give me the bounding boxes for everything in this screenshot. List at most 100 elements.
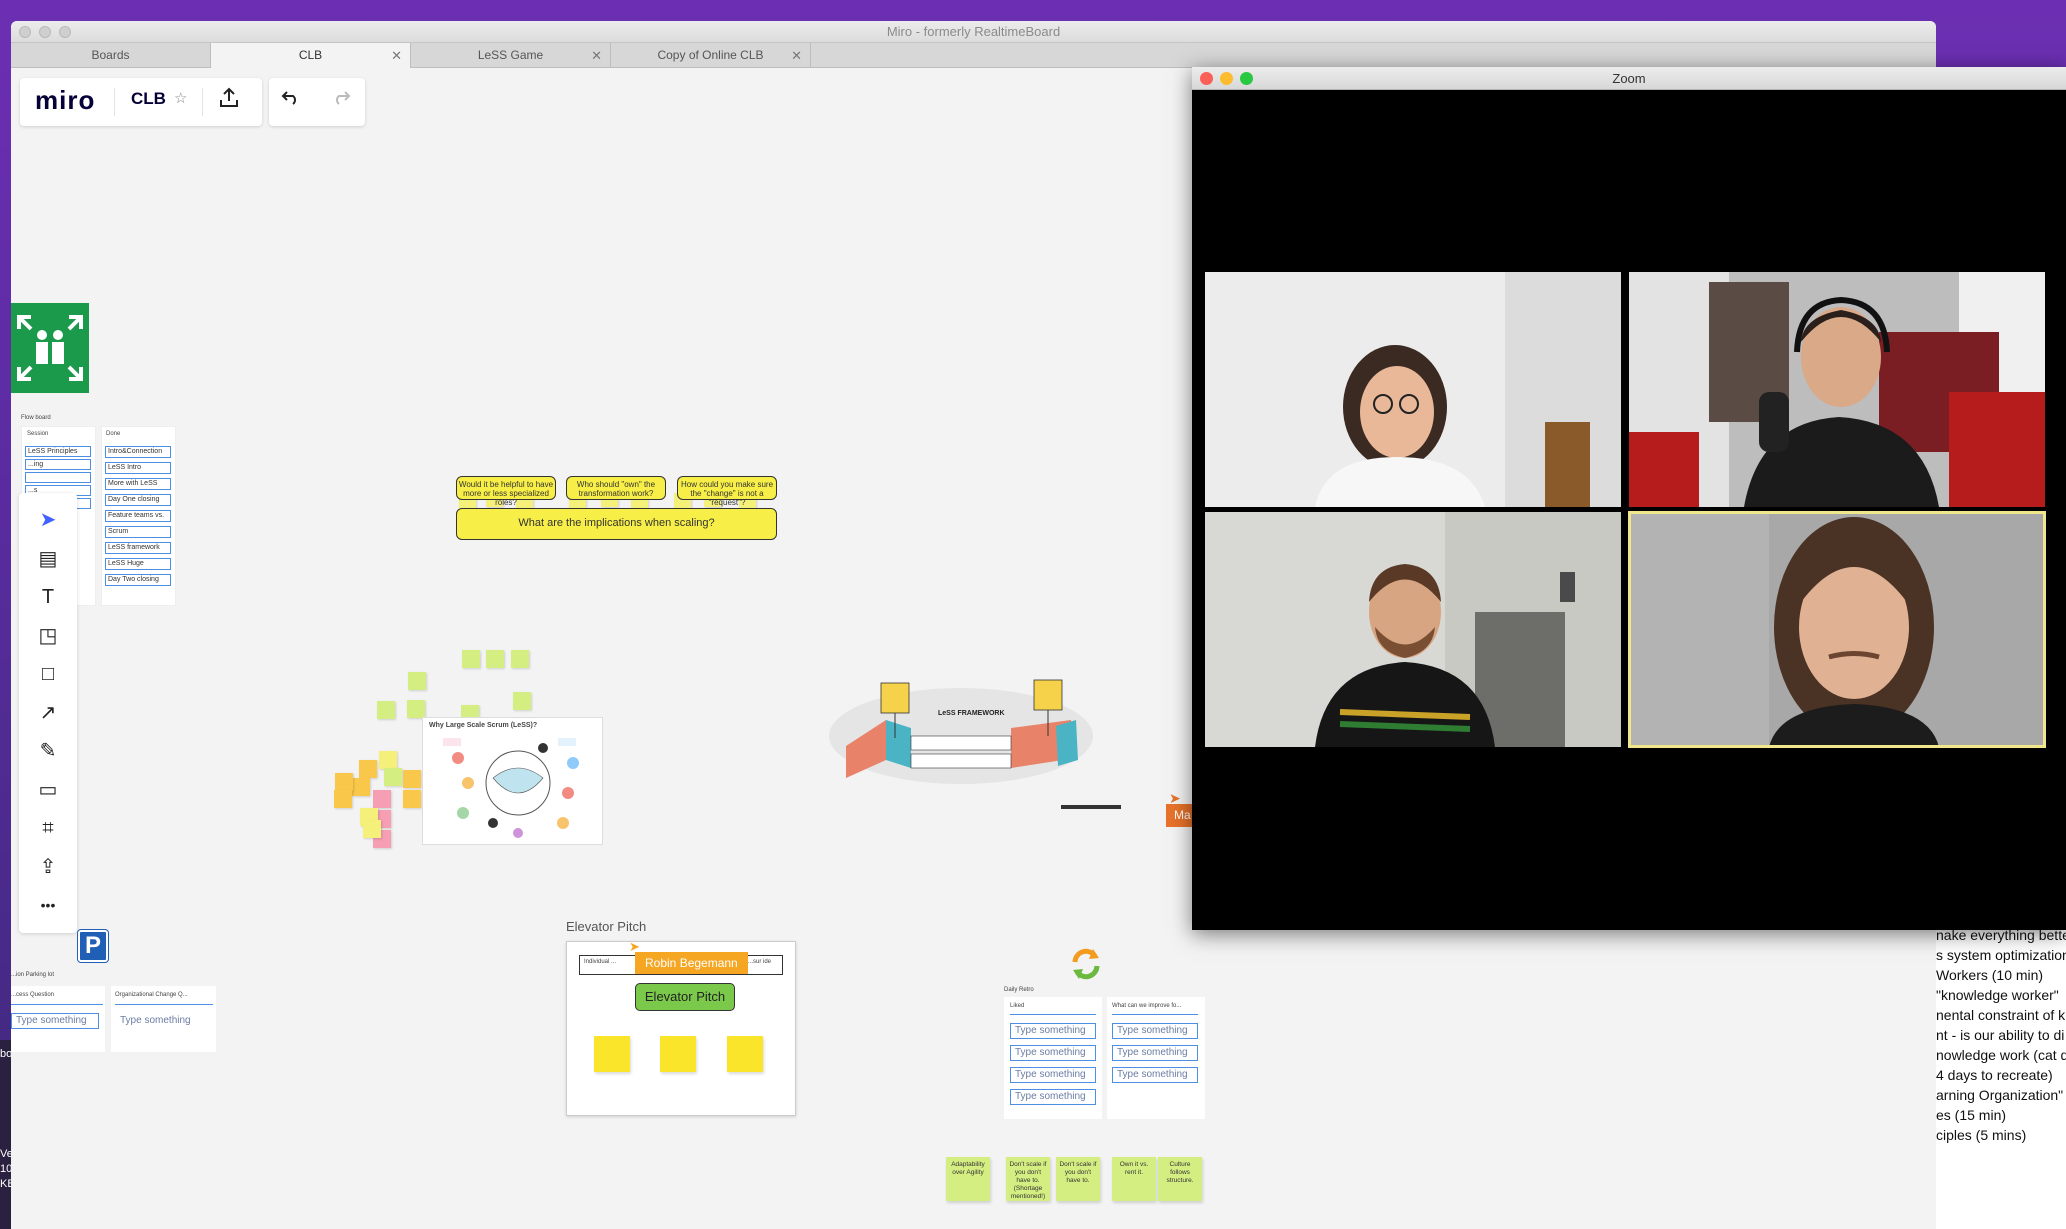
zoom-title: Zoom xyxy=(1612,71,1646,86)
miro-logo[interactable]: miro xyxy=(35,85,95,116)
scattered-sticky[interactable] xyxy=(359,760,377,778)
retro-takeaway-sticky[interactable]: Adaptability over Agility xyxy=(946,1157,990,1201)
arrow-tool-icon[interactable]: ↗ xyxy=(33,698,63,728)
flow-card[interactable]: Scrum xyxy=(105,526,171,538)
scattered-sticky[interactable] xyxy=(334,790,352,808)
text-tool-icon[interactable]: T xyxy=(33,582,63,612)
scattered-sticky[interactable] xyxy=(408,672,426,690)
flow-card[interactable]: Intro&Connection xyxy=(105,446,171,458)
upload-icon[interactable] xyxy=(219,87,239,114)
retro-takeaway-sticky[interactable]: Don't scale if you don't have to. (Short… xyxy=(1006,1157,1050,1201)
elevator-sticky-3[interactable] xyxy=(727,1036,763,1072)
assembly-point-icon[interactable] xyxy=(11,303,89,393)
parking-input-1[interactable]: Type something xyxy=(11,1013,99,1029)
question-bubble-3[interactable]: How could you make sure the "change" is … xyxy=(677,476,777,507)
select-tool-icon[interactable]: ➤ xyxy=(33,505,63,535)
scattered-sticky[interactable] xyxy=(407,700,425,718)
scattered-sticky[interactable] xyxy=(403,790,421,808)
flow-card[interactable]: LeSS Principles xyxy=(25,446,91,457)
participant-4-video xyxy=(1629,512,2045,747)
elevator-input-suffix: ...sur ide xyxy=(748,959,772,965)
video-tile-participant-3[interactable] xyxy=(1205,512,1621,747)
elevator-sticky-2[interactable] xyxy=(660,1036,696,1072)
board-name[interactable]: CLB xyxy=(131,89,166,109)
flow-card[interactable]: Day Two closing xyxy=(105,574,171,586)
parking-col-2-header: Organizational Change Q... xyxy=(115,992,188,998)
scattered-sticky[interactable] xyxy=(513,692,531,710)
minimize-window-button[interactable] xyxy=(1220,72,1233,85)
retro-liked-input[interactable]: Type something xyxy=(1010,1023,1096,1039)
retro-takeaway-sticky[interactable]: Don't scale if you don't have to. xyxy=(1056,1157,1100,1201)
zoom-window-button[interactable] xyxy=(59,26,71,38)
scattered-sticky[interactable] xyxy=(363,820,381,838)
tab-copy-online-clb[interactable]: Copy of Online CLB ✕ xyxy=(611,43,811,68)
scattered-sticky[interactable] xyxy=(403,770,421,788)
undo-icon[interactable] xyxy=(281,88,301,111)
star-icon[interactable]: ☆ xyxy=(174,89,187,107)
retro-liked-input[interactable]: Type something xyxy=(1010,1045,1096,1061)
frame-tool-icon[interactable]: ⌗ xyxy=(33,813,63,843)
close-tab-icon[interactable]: ✕ xyxy=(391,43,402,68)
question-bubble-1[interactable]: Would it be helpful to have more or less… xyxy=(456,476,556,507)
more-tool-icon[interactable]: ••• xyxy=(33,890,63,920)
minimize-window-button[interactable] xyxy=(39,26,51,38)
video-tile-participant-2[interactable] xyxy=(1629,272,2045,507)
zoom-window-button[interactable] xyxy=(1240,72,1253,85)
video-tile-participant-1[interactable] xyxy=(1205,272,1621,507)
shape-tool-icon[interactable]: □ xyxy=(33,659,63,689)
flow-card[interactable]: LeSS Intro xyxy=(105,462,171,474)
scattered-sticky[interactable] xyxy=(511,650,529,668)
parking-icon[interactable]: P xyxy=(78,930,108,962)
elevator-pitch-bubble[interactable]: Elevator Pitch xyxy=(635,983,735,1011)
flow-card[interactable]: LeSS framework xyxy=(105,542,171,554)
retro-liked-input[interactable]: Type something xyxy=(1010,1067,1096,1083)
tab-less-game[interactable]: LeSS Game ✕ xyxy=(411,43,611,68)
retro-liked-input[interactable]: Type something xyxy=(1010,1089,1096,1105)
scattered-sticky[interactable] xyxy=(462,650,480,668)
scattered-sticky[interactable] xyxy=(352,778,370,796)
why-less-image[interactable]: Why Large Scale Scrum (LeSS)? xyxy=(422,717,603,845)
desktop-text-line: "knowledge worker" xyxy=(1936,987,2059,1003)
header-divider xyxy=(114,88,115,116)
flow-card[interactable]: Day One closing xyxy=(105,494,171,506)
sticky-note-tool-icon[interactable]: ◳ xyxy=(33,621,63,651)
participant-1-video xyxy=(1205,272,1621,507)
question-bubble-2[interactable]: Who should "own" the transformation work… xyxy=(566,476,666,500)
close-tab-icon[interactable]: ✕ xyxy=(591,43,602,68)
scattered-sticky[interactable] xyxy=(377,701,395,719)
close-tab-icon[interactable]: ✕ xyxy=(791,43,802,68)
scattered-sticky[interactable] xyxy=(335,773,353,791)
retro-col-1-line xyxy=(1010,1014,1096,1015)
flow-card[interactable] xyxy=(25,472,91,483)
scattered-sticky[interactable] xyxy=(384,768,402,786)
flow-board-title: Flow board xyxy=(21,415,51,421)
close-window-button[interactable] xyxy=(1200,72,1213,85)
pen-tool-icon[interactable]: ✎ xyxy=(33,736,63,766)
redo-icon[interactable] xyxy=(331,88,351,111)
implications-title[interactable]: What are the implications when scaling? xyxy=(456,508,777,540)
flow-card[interactable]: Feature teams vs. xyxy=(105,510,171,522)
elevator-sticky-1[interactable] xyxy=(594,1036,630,1072)
parking-input-2[interactable]: Type something xyxy=(115,1013,211,1029)
templates-tool-icon[interactable]: ▤ xyxy=(33,544,63,574)
tab-clb[interactable]: CLB ✕ xyxy=(211,43,411,68)
less-framework-image[interactable]: LeSS FRAMEWORK xyxy=(826,668,1096,803)
close-window-button[interactable] xyxy=(19,26,31,38)
scattered-sticky[interactable] xyxy=(486,650,504,668)
flow-col-2-header: Done xyxy=(106,431,121,437)
refresh-icon[interactable] xyxy=(1069,946,1103,987)
comment-tool-icon[interactable]: ▭ xyxy=(33,775,63,805)
flow-card[interactable]: LeSS Huge xyxy=(105,558,171,570)
retro-takeaway-sticky[interactable]: Own it vs. rent it. xyxy=(1112,1157,1156,1201)
retro-takeaway-sticky[interactable]: Culture follows structure. xyxy=(1158,1157,1202,1201)
retro-improve-input[interactable]: Type something xyxy=(1112,1023,1198,1039)
video-tile-participant-4[interactable] xyxy=(1628,511,2046,748)
retro-improve-input[interactable]: Type something xyxy=(1112,1045,1198,1061)
upload-tool-icon[interactable]: ⇪ xyxy=(33,852,63,882)
tab-boards[interactable]: Boards xyxy=(11,43,211,68)
scattered-sticky[interactable] xyxy=(373,790,391,808)
scattered-sticky[interactable] xyxy=(379,751,397,769)
retro-improve-input[interactable]: Type something xyxy=(1112,1067,1198,1083)
flow-card[interactable]: ...ing xyxy=(25,459,91,470)
flow-card[interactable]: More with LeSS xyxy=(105,478,171,490)
